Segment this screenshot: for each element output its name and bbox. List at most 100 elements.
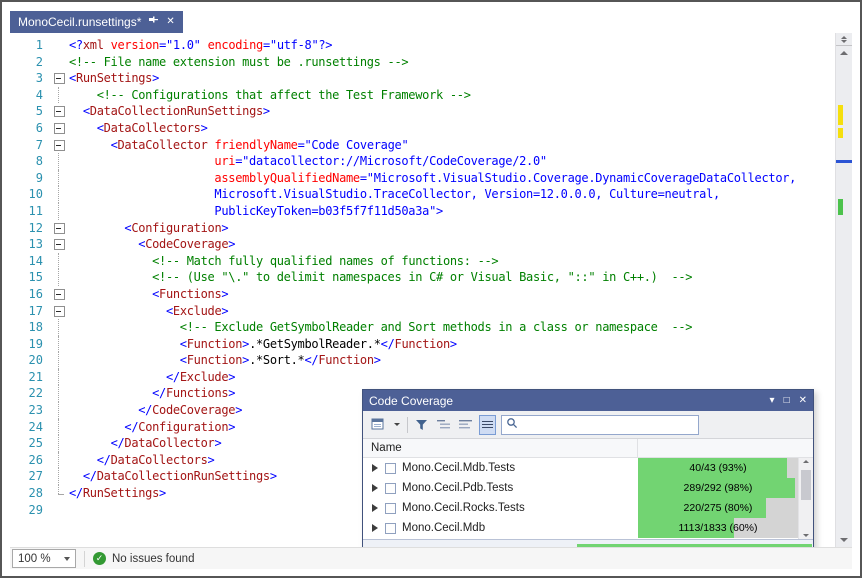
export-dropdown-icon[interactable] (392, 415, 402, 435)
code-line[interactable]: 5 <DataCollectionRunSettings> (10, 103, 834, 120)
scroll-down-icon[interactable] (836, 533, 852, 547)
code-line[interactable]: 20 <Function>.*Sort.*</Function> (10, 352, 834, 369)
code-text: <DataCollector friendlyName="Code Covera… (69, 137, 408, 154)
fold-guide (50, 468, 69, 485)
fold-guide (50, 54, 69, 71)
close-tab-icon[interactable]: ✕ (166, 17, 174, 27)
line-number: 13 (10, 236, 50, 253)
code-text: <!-- Configurations that affect the Test… (69, 87, 471, 104)
fold-guide (50, 87, 69, 104)
scrollbar-thumb[interactable] (801, 470, 811, 500)
maximize-icon[interactable]: □ (784, 395, 790, 406)
line-number: 28 (10, 485, 50, 502)
zoom-value: 100 % (18, 553, 51, 565)
coverage-row[interactable]: Mono.Cecil.Mdb1113/1833 (60%) (363, 518, 813, 538)
code-coverage-panel: Code Coverage ▾ □ ✕ (362, 389, 814, 547)
export-results-button[interactable] (369, 415, 387, 435)
fold-collapse-icon[interactable] (50, 220, 69, 237)
line-number: 1 (10, 37, 50, 54)
close-panel-icon[interactable]: ✕ (799, 395, 807, 406)
fold-guide (50, 402, 69, 419)
zoom-control[interactable]: 100 % (12, 549, 76, 568)
fold-collapse-icon[interactable] (50, 137, 69, 154)
scroll-down-icon[interactable] (799, 534, 813, 537)
code-line[interactable]: 9 assemblyQualifiedName="Microsoft.Visua… (10, 170, 834, 187)
coverage-column-header[interactable]: Name (363, 439, 813, 458)
coverage-bar: 220/275 (80%) (638, 498, 798, 518)
code-line[interactable]: 11 PublicKeyToken=b03f5f7f11d50a3a"> (10, 203, 834, 220)
scroll-up-icon[interactable] (799, 460, 813, 463)
code-line[interactable]: 2<!-- File name extension must be .runse… (10, 54, 834, 71)
assembly-icon (385, 503, 396, 514)
coverage-scrollbar[interactable] (798, 458, 813, 539)
expand-icon[interactable] (372, 524, 378, 532)
code-line[interactable]: 10 Microsoft.VisualStudio.TraceCollector… (10, 186, 834, 203)
code-line[interactable]: 17 <Exclude> (10, 303, 834, 320)
coverage-search-box[interactable] (501, 415, 699, 435)
name-column-header[interactable]: Name (363, 439, 638, 457)
fold-collapse-icon[interactable] (50, 303, 69, 320)
group-by-button[interactable] (435, 415, 452, 435)
code-line[interactable]: 8 uri="datacollector://Microsoft/CodeCov… (10, 153, 834, 170)
code-line[interactable]: 19 <Function>.*GetSymbolReader.*</Functi… (10, 336, 834, 353)
caret-position-mark (836, 160, 852, 163)
document-tab[interactable]: MonoCecil.runsettings* ✕ (10, 11, 183, 33)
fold-guide (50, 485, 69, 502)
panel-title: Code Coverage (369, 394, 453, 408)
fold-guide (50, 153, 69, 170)
code-line[interactable]: 14 <!-- Match fully qualified names of f… (10, 253, 834, 270)
fold-collapse-icon[interactable] (50, 120, 69, 137)
expand-icon[interactable] (372, 464, 378, 472)
assembly-name: Mono.Cecil.Mdb (402, 522, 638, 534)
code-line[interactable]: 16 <Functions> (10, 286, 834, 303)
code-line[interactable]: 7 <DataCollector friendlyName="Code Cove… (10, 137, 834, 154)
show-code-coloring-button[interactable] (479, 415, 496, 435)
fold-guide (50, 435, 69, 452)
code-line[interactable]: 15 <!-- (Use "\." to delimit namespaces … (10, 269, 834, 286)
fold-collapse-icon[interactable] (50, 286, 69, 303)
fold-guide (50, 385, 69, 402)
tab-bar: MonoCecil.runsettings* ✕ (10, 11, 852, 33)
code-text: uri="datacollector://Microsoft/CodeCover… (69, 153, 547, 170)
code-line[interactable]: 1<?xml version="1.0" encoding="utf-8"?> (10, 37, 834, 54)
filter-button[interactable] (413, 415, 430, 435)
coverage-row[interactable]: Mono.Cecil.Mdb.Tests40/43 (93%) (363, 458, 813, 478)
coverage-row[interactable]: Mono.Cecil.Rocks.Tests220/275 (80%) (363, 498, 813, 518)
line-number: 9 (10, 170, 50, 187)
code-line[interactable]: 18 <!-- Exclude GetSymbolReader and Sort… (10, 319, 834, 336)
coverage-row[interactable]: Mono.Cecil.Pdb.Tests289/292 (98%) (363, 478, 813, 498)
line-number: 4 (10, 87, 50, 104)
code-text: </CodeCoverage> (69, 402, 242, 419)
code-line[interactable]: 13 <CodeCoverage> (10, 236, 834, 253)
scroll-up-icon[interactable] (836, 46, 852, 60)
code-editor[interactable]: 1<?xml version="1.0" encoding="utf-8"?>2… (10, 33, 852, 547)
expand-icon[interactable] (372, 484, 378, 492)
fold-collapse-icon[interactable] (50, 70, 69, 87)
coverage-bar: 289/292 (98%) (638, 478, 798, 498)
window-position-icon[interactable]: ▾ (770, 395, 775, 406)
fold-guide (50, 253, 69, 270)
code-text: assemblyQualifiedName="Microsoft.VisualS… (69, 170, 796, 187)
vs-editor-window: MonoCecil.runsettings* ✕ 1<?xml version=… (0, 0, 862, 578)
code-line[interactable]: 6 <DataCollectors> (10, 120, 834, 137)
document-health-indicator[interactable]: ✓ No issues found (93, 552, 194, 565)
code-line[interactable]: 12 <Configuration> (10, 220, 834, 237)
code-line[interactable]: 21 </Exclude> (10, 369, 834, 386)
assembly-name: Mono.Cecil.Mdb.Tests (402, 462, 638, 474)
pin-icon[interactable] (148, 15, 159, 29)
line-number: 17 (10, 303, 50, 320)
line-number: 6 (10, 120, 50, 137)
code-line[interactable]: 4 <!-- Configurations that affect the Te… (10, 87, 834, 104)
fold-collapse-icon[interactable] (50, 236, 69, 253)
line-number: 11 (10, 203, 50, 220)
panel-titlebar[interactable]: Code Coverage ▾ □ ✕ (363, 390, 813, 411)
fold-collapse-icon[interactable] (50, 103, 69, 120)
vertical-scrollbar[interactable] (835, 33, 852, 547)
code-line[interactable]: 3<RunSettings> (10, 70, 834, 87)
code-text: <RunSettings> (69, 70, 159, 87)
code-text: <DataCollectionRunSettings> (69, 103, 270, 120)
splitter-handle-icon[interactable] (836, 33, 852, 46)
search-input[interactable] (522, 418, 694, 432)
columns-button[interactable] (457, 415, 474, 435)
expand-icon[interactable] (372, 504, 378, 512)
